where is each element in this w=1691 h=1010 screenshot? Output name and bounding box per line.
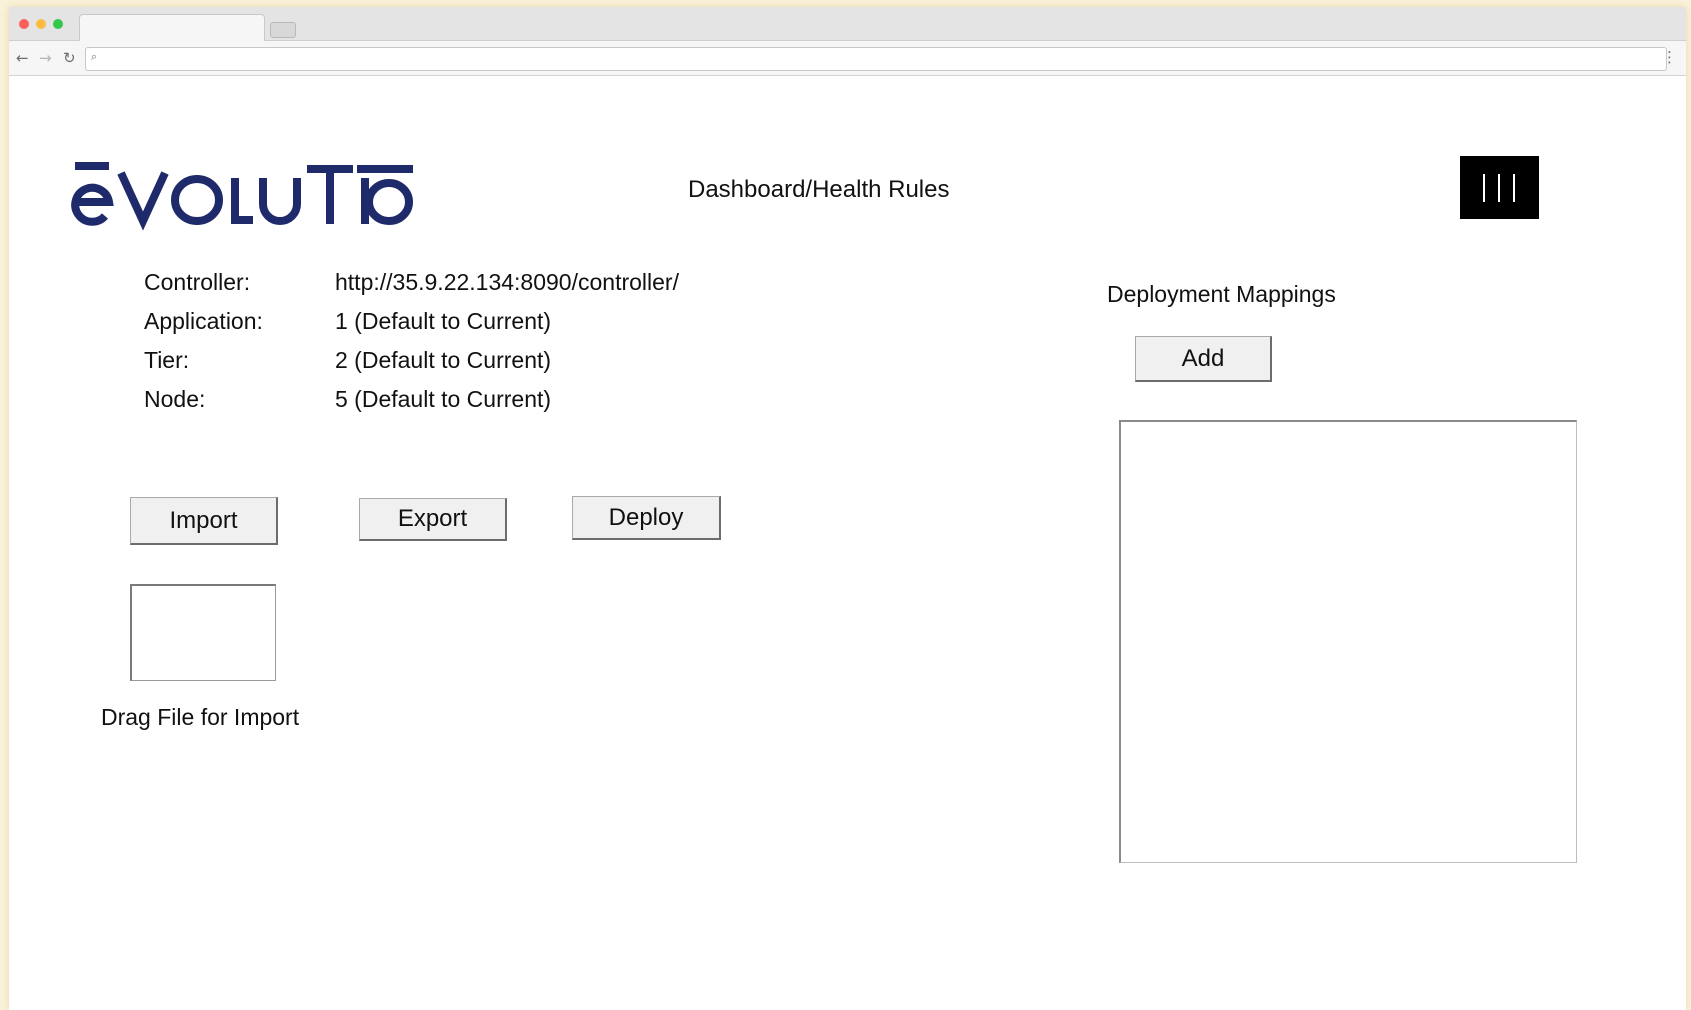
- hamburger-menu-button[interactable]: [1460, 156, 1539, 219]
- kebab-menu-icon[interactable]: ⋮: [1662, 48, 1677, 66]
- forward-arrow-icon[interactable]: →: [39, 49, 52, 67]
- minimize-window-icon[interactable]: [36, 19, 46, 29]
- evolutio-logo: ēVOLUTIO: [67, 158, 417, 238]
- export-button[interactable]: Export: [359, 498, 507, 541]
- deployment-mappings-title: Deployment Mappings: [1107, 281, 1336, 307]
- new-tab-button[interactable]: [270, 22, 296, 38]
- browser-titlebar: [9, 7, 1686, 42]
- controller-value: http://35.9.22.134:8090/controller/: [335, 269, 679, 295]
- application-label: Application:: [144, 308, 263, 334]
- import-button[interactable]: Import: [130, 497, 278, 545]
- close-window-icon[interactable]: [19, 19, 29, 29]
- deploy-button[interactable]: Deploy: [572, 496, 721, 540]
- address-bar[interactable]: ⌕: [85, 47, 1667, 71]
- logo-graphic: [71, 162, 413, 231]
- node-value: 5 (Default to Current): [335, 386, 552, 412]
- reload-icon[interactable]: ↻: [63, 49, 76, 67]
- tier-value: 2 (Default to Current): [335, 347, 552, 373]
- page-content: ēVOLUTIO Dashboard/Health Rules Controll…: [9, 76, 1686, 1010]
- hamburger-bar: [1513, 174, 1515, 202]
- tier-label: Tier:: [144, 347, 190, 373]
- maximize-window-icon[interactable]: [53, 19, 63, 29]
- browser-toolbar: ← → ↻ ⌕ ⋮: [9, 41, 1686, 76]
- page-title: Dashboard/Health Rules: [688, 176, 950, 203]
- add-mapping-button[interactable]: Add: [1135, 336, 1272, 382]
- application-value: 1 (Default to Current): [335, 308, 552, 334]
- controller-label: Controller:: [144, 269, 251, 295]
- browser-tab[interactable]: [79, 14, 265, 42]
- browser-window: ← → ↻ ⌕ ⋮ Dashboard/Health Rules Control…: [9, 7, 1686, 1010]
- hamburger-bar: [1498, 174, 1500, 202]
- dropzone-label: Drag File for Import: [101, 704, 300, 730]
- deployment-mappings-list[interactable]: [1119, 420, 1577, 863]
- back-arrow-icon[interactable]: ←: [16, 49, 29, 67]
- hamburger-menu-icon: [1483, 174, 1485, 202]
- file-dropzone[interactable]: [130, 584, 276, 681]
- search-icon: ⌕: [91, 50, 98, 63]
- node-label: Node:: [144, 386, 206, 412]
